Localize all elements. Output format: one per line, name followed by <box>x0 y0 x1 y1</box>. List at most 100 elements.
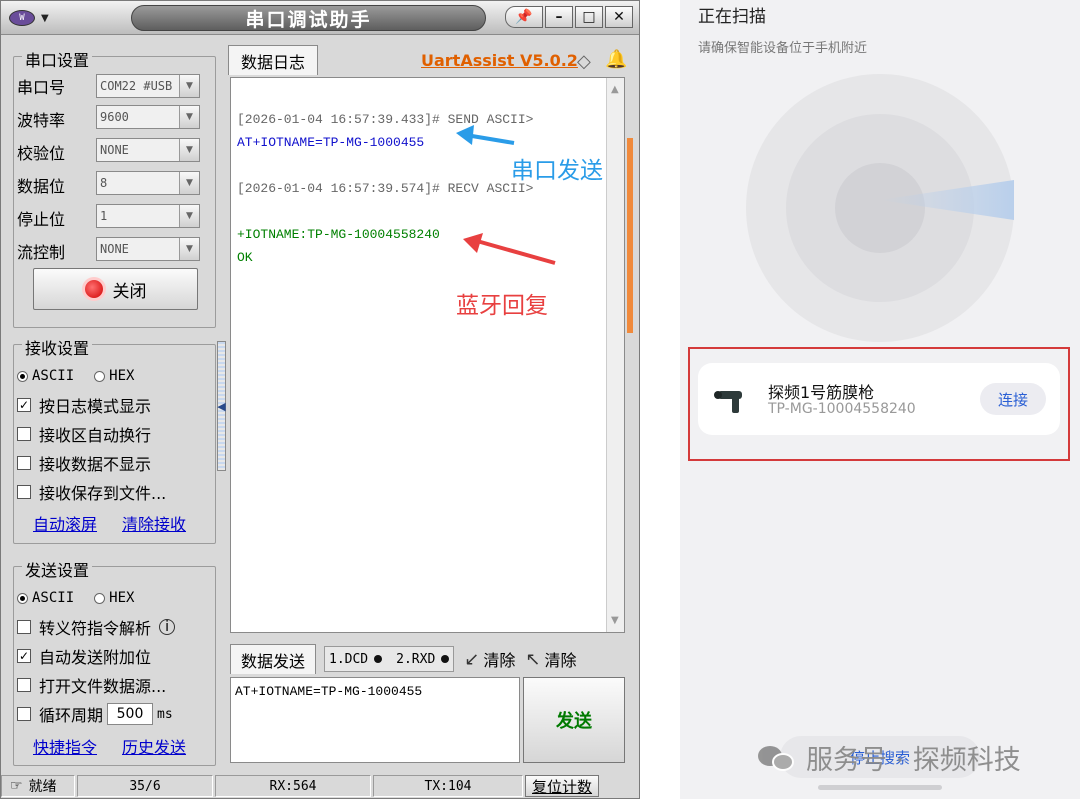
hand-icon: ☞ <box>10 778 23 794</box>
status-rx: RX:564 <box>215 775 371 797</box>
receive-settings-label: 接收设置 <box>22 335 93 359</box>
log-line: OK <box>237 250 253 265</box>
auto-append-checkbox[interactable]: ✓ 自动发送附加位 <box>17 644 151 668</box>
baud-select[interactable]: 9600 ▼ <box>96 105 200 129</box>
databits-select[interactable]: 8 ▼ <box>96 171 200 195</box>
flow-label: 流控制 <box>17 243 66 262</box>
chevron-left-icon: ◀ <box>217 399 226 413</box>
info-icon[interactable]: i <box>159 619 176 635</box>
line-status-panel: 1.DCD 2.RXD <box>324 646 455 672</box>
reset-count-button[interactable]: 复位计数 <box>525 775 600 797</box>
status-tx: TX:104 <box>373 775 523 797</box>
radio-off-icon <box>94 592 106 604</box>
system-menu-button[interactable]: W ▼ <box>9 7 65 29</box>
connect-button[interactable]: 连接 <box>980 383 1046 415</box>
chevron-down-icon: ▼ <box>179 75 199 97</box>
pin-button[interactable]: 📌 <box>505 6 543 28</box>
chevron-down-icon: ▼ <box>179 106 199 128</box>
cycle-input[interactable]: 500 <box>107 703 154 725</box>
clear-all-button[interactable]: ↖ 清除 <box>525 647 576 671</box>
clear-send-button[interactable]: ↙ 清除 <box>464 647 515 671</box>
home-indicator <box>818 785 942 790</box>
recv-save-file-checkbox[interactable]: 接收保存到文件... <box>17 480 166 504</box>
accent-strip <box>627 138 633 333</box>
maximize-button[interactable]: □ <box>575 6 603 28</box>
dcd-led-icon <box>374 655 383 663</box>
device-card[interactable]: 探频1号筋膜枪 TP-MG-10004558240 连接 <box>698 363 1060 435</box>
status-ready: ☞ 就绪 <box>1 775 75 797</box>
close-port-label: 关闭 <box>112 281 147 302</box>
rxd-led-icon <box>441 655 450 663</box>
send-input[interactable]: AT+IOTNAME=TP-MG-1000455 <box>230 677 520 763</box>
stopbits-label: 停止位 <box>17 210 66 229</box>
log-line: [2026-01-04 16:57:39.574]# RECV ASCII> <box>237 181 534 196</box>
panel-splitter[interactable]: ◀ <box>217 341 226 471</box>
status-count: 35/6 <box>77 775 213 797</box>
recv-log-mode-checkbox[interactable]: ✓ 按日志模式显示 <box>17 393 151 417</box>
app-logo-icon: W <box>9 10 35 26</box>
radio-off-icon <box>94 370 106 382</box>
escape-parse-checkbox[interactable]: 转义符指令解析 <box>17 615 151 639</box>
diamond-icon[interactable]: ◇ <box>577 51 591 72</box>
log-line: +IOTNAME:TP-MG-10004558240 <box>237 227 440 242</box>
flow-select[interactable]: NONE ▼ <box>96 237 200 261</box>
check-icon: ✓ <box>17 398 31 412</box>
scroll-down-icon[interactable]: ▼ <box>611 615 619 626</box>
cycle-checkbox[interactable]: 循环周期 <box>17 702 103 726</box>
check-icon: ✓ <box>17 649 31 663</box>
close-window-button[interactable]: ✕ <box>605 6 633 28</box>
log-line: AT+IOTNAME=TP-MG-1000455 <box>237 135 425 150</box>
chevron-down-icon: ▼ <box>41 12 49 24</box>
port-label: 串口号 <box>17 78 66 97</box>
clear-icon: ↖ <box>525 648 541 670</box>
radio-on-icon <box>17 592 28 604</box>
brand-link[interactable]: UartAssist V5.0.2 <box>421 51 578 70</box>
chevron-down-icon: ▼ <box>179 205 199 227</box>
wechat-icon <box>758 743 798 773</box>
scroll-up-icon[interactable]: ▲ <box>611 84 619 95</box>
close-port-button[interactable]: 关闭 <box>33 268 198 310</box>
recv-ascii-radio[interactable]: ASCII <box>17 368 74 384</box>
recv-hex-radio[interactable]: HEX <box>94 368 134 384</box>
annotation-serial-send: 串口发送 <box>511 158 603 184</box>
log-scrollbar[interactable]: ▲ ▼ <box>606 78 624 632</box>
send-history-link[interactable]: 历史发送 <box>122 734 186 758</box>
title-bar: W ▼ 串口调试助手 📌 – □ ✕ <box>1 1 639 35</box>
eraser-icon: ↙ <box>464 648 480 670</box>
clear-receive-link[interactable]: 清除接收 <box>122 511 186 535</box>
send-arrow-icon <box>456 125 515 145</box>
recv-hide-checkbox[interactable]: 接收数据不显示 <box>17 451 151 475</box>
chevron-down-icon: ▼ <box>179 172 199 194</box>
scan-hint: 请确保智能设备位于手机附近 <box>698 41 868 56</box>
stopbits-select[interactable]: 1 ▼ <box>96 204 200 228</box>
parity-select[interactable]: NONE ▼ <box>96 138 200 162</box>
shortcut-command-link[interactable]: 快捷指令 <box>33 734 97 758</box>
tab-data-log[interactable]: 数据日志 <box>228 45 318 75</box>
window-title: 串口调试助手 <box>131 5 486 31</box>
tab-data-send[interactable]: 数据发送 <box>230 644 316 674</box>
status-bar: ☞ 就绪 35/6 RX:564 TX:104 复位计数 <box>1 773 639 799</box>
port-select[interactable]: COM22 #USB ▼ <box>96 74 200 98</box>
send-button[interactable]: 发送 <box>523 677 625 763</box>
baud-label: 波特率 <box>17 111 66 130</box>
dcd-label: 1.DCD <box>329 651 369 667</box>
chevron-down-icon: ▼ <box>179 238 199 260</box>
send-hex-radio[interactable]: HEX <box>94 590 134 606</box>
device-name: 探频1号筋膜枪 <box>768 383 875 402</box>
autoscroll-link[interactable]: 自动滚屏 <box>33 511 97 535</box>
watermark: 服务号 · 探频科技 <box>758 738 1021 777</box>
rxd-label: 2.RXD <box>396 651 436 667</box>
recv-autowrap-checkbox[interactable]: 接收区自动换行 <box>17 422 151 446</box>
bell-icon[interactable]: 🔔 <box>605 49 627 70</box>
scan-title: 正在扫描 <box>698 7 766 27</box>
databits-label: 数据位 <box>17 177 66 196</box>
file-source-checkbox[interactable]: 打开文件数据源... <box>17 673 166 697</box>
chevron-down-icon: ▼ <box>179 139 199 161</box>
status-led-icon <box>84 280 103 298</box>
minimize-button[interactable]: – <box>545 6 573 28</box>
send-ascii-radio[interactable]: ASCII <box>17 590 74 606</box>
serial-settings-label: 串口设置 <box>22 47 93 71</box>
phone-scan-screen: 正在扫描 请确保智能设备位于手机附近 探频1号筋膜枪 TP-MG-1000455… <box>680 0 1080 799</box>
massage-gun-icon <box>714 391 742 413</box>
annotation-bt-reply: 蓝牙回复 <box>456 293 548 319</box>
